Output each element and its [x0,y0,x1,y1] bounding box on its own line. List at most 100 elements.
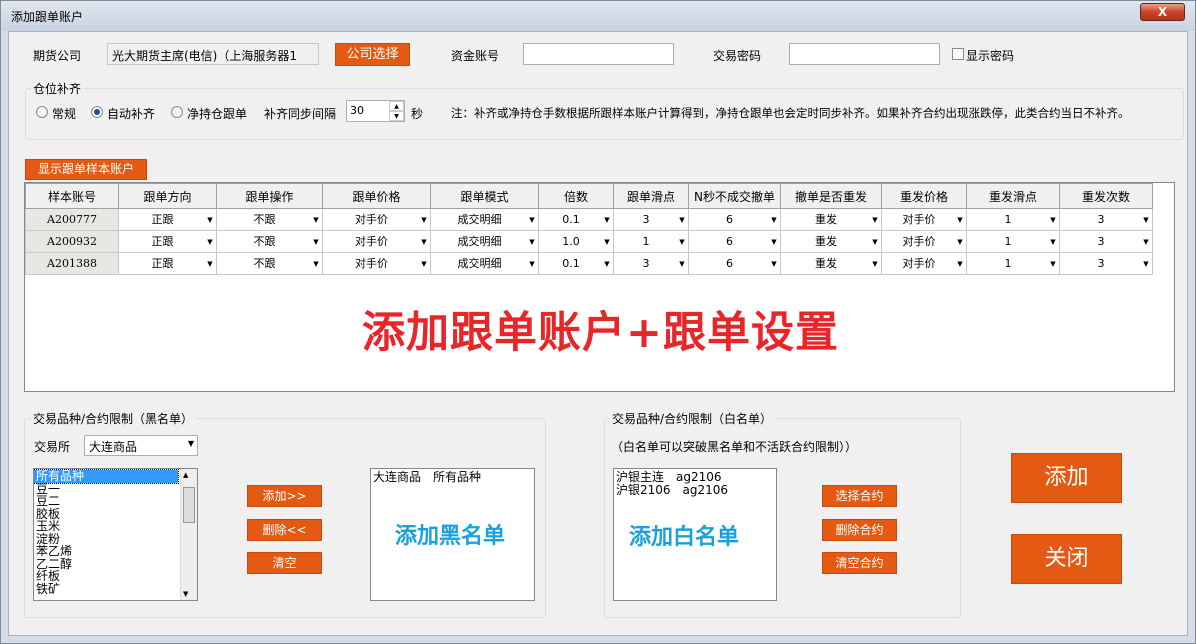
table-cell[interactable]: 成交明细 ▼ [430,230,539,253]
cell-combobox[interactable]: 对手价 ▼ [323,210,430,230]
table-cell[interactable]: 正跟 ▼ [118,252,217,275]
account-input[interactable] [523,43,674,65]
table-cell[interactable]: 1 ▼ [613,230,689,253]
cell-combobox[interactable]: 不跟 ▼ [217,254,322,274]
close-window-button[interactable]: X [1140,3,1185,21]
cell-combobox[interactable]: 重发 ▼ [781,232,881,252]
column-header[interactable]: 跟单价格 [322,183,431,209]
cell-combobox[interactable]: 对手价 ▼ [882,254,966,274]
spin-down-icon[interactable]: ▼ [389,111,404,121]
cell-combobox[interactable]: 成交明细 ▼ [431,232,538,252]
whitelist-listbox[interactable]: 沪银主连 ag2106 沪银2106 ag2106 添加白名单 [613,468,777,601]
chevron-down-icon[interactable]: ▼ [419,256,429,272]
table-cell[interactable]: 对手价 ▼ [322,208,431,231]
table-cell[interactable]: 成交明细 ▼ [430,252,539,275]
chevron-down-icon[interactable]: ▼ [527,256,537,272]
cell-combobox[interactable]: 0.1 ▼ [539,210,613,230]
exchange-select[interactable]: 大连商品 ▼ [84,435,198,456]
chevron-down-icon[interactable]: ▼ [1141,234,1151,250]
table-cell[interactable]: 对手价 ▼ [322,252,431,275]
cell-combobox[interactable]: 正跟 ▼ [119,254,216,274]
chevron-down-icon[interactable]: ▼ [677,212,687,228]
chevron-down-icon[interactable]: ▼ [527,234,537,250]
chevron-down-icon[interactable]: ▼ [602,212,612,228]
table-cell[interactable]: 3 ▼ [1059,252,1153,275]
table-row[interactable]: A200932 正跟 ▼ 不跟 ▼ 对手价 ▼ 成交明细 ▼ 1.0 ▼ 1 ▼ 6 ▼ 重发 ▼ 对手价 ▼ 1 ▼ 3… [25,230,1153,253]
chevron-down-icon[interactable]: ▼ [677,234,687,250]
chevron-down-icon[interactable]: ▼ [311,234,321,250]
cell-combobox[interactable]: 0.1 ▼ [539,254,613,274]
cell-combobox[interactable]: 成交明细 ▼ [431,254,538,274]
table-cell[interactable]: 对手价 ▼ [881,208,967,231]
table-cell[interactable]: 不跟 ▼ [216,208,323,231]
table-cell[interactable]: 1.0 ▼ [538,230,614,253]
table-cell[interactable]: 1 ▼ [966,208,1060,231]
scroll-up-icon[interactable]: ▲ [183,471,188,479]
chevron-down-icon[interactable]: ▼ [769,256,779,272]
chevron-down-icon[interactable]: ▼ [1141,256,1151,272]
table-cell[interactable]: 正跟 ▼ [118,230,217,253]
chevron-down-icon[interactable]: ▼ [769,234,779,250]
column-header[interactable]: 样本账号 [25,183,119,209]
scroll-thumb[interactable] [183,487,195,523]
list-item[interactable]: 纤板 [34,570,178,583]
chevron-down-icon[interactable]: ▼ [602,256,612,272]
chevron-down-icon[interactable]: ▼ [205,234,215,250]
radio-auto[interactable] [91,106,103,118]
chevron-down-icon[interactable]: ▼ [1048,234,1058,250]
show-sample-accounts-button[interactable]: 显示跟单样本账户 [25,159,147,180]
cell-combobox[interactable]: 重发 ▼ [781,210,881,230]
clear-contract-button[interactable]: 清空合约 [822,552,897,574]
chevron-down-icon[interactable]: ▼ [769,212,779,228]
table-cell[interactable]: 3 ▼ [1059,230,1153,253]
cell-combobox[interactable]: 6 ▼ [689,232,780,252]
table-cell[interactable]: 重发 ▼ [780,230,882,253]
blacklist-clear-button[interactable]: 清空 [247,552,322,574]
cell-combobox[interactable]: 3 ▼ [1060,210,1152,230]
table-cell[interactable]: 正跟 ▼ [118,208,217,231]
close-button[interactable]: 关闭 [1011,534,1122,584]
blacklist-add-button[interactable]: 添加>> [247,485,322,507]
chevron-down-icon[interactable]: ▼ [870,234,880,250]
table-cell[interactable]: 不跟 ▼ [216,230,323,253]
list-item[interactable]: 沪银主连 ag2106 [614,471,776,484]
chevron-down-icon[interactable]: ▼ [602,234,612,250]
cell-combobox[interactable]: 对手价 ▼ [323,232,430,252]
table-cell[interactable]: 0.1 ▼ [538,208,614,231]
table-cell[interactable]: 3 ▼ [1059,208,1153,231]
table-cell[interactable]: 6 ▼ [688,230,781,253]
cell-combobox[interactable]: 重发 ▼ [781,254,881,274]
list-item[interactable]: 苯乙烯 [34,545,178,558]
delete-contract-button[interactable]: 删除合约 [822,519,897,541]
table-cell[interactable]: 0.1 ▼ [538,252,614,275]
table-cell[interactable]: 对手价 ▼ [322,230,431,253]
chevron-down-icon[interactable]: ▼ [955,212,965,228]
table-cell[interactable]: 重发 ▼ [780,208,882,231]
radio-net[interactable] [171,106,183,118]
cell-combobox[interactable]: 对手价 ▼ [882,210,966,230]
cell-combobox[interactable]: 不跟 ▼ [217,232,322,252]
cell-combobox[interactable]: 1 ▼ [967,232,1059,252]
password-input[interactable] [789,43,940,65]
column-header[interactable]: N秒不成交撤单 [688,183,781,209]
company-select-button[interactable]: 公司选择 [335,43,410,66]
column-header[interactable]: 倍数 [538,183,614,209]
table-cell[interactable]: 成交明细 ▼ [430,208,539,231]
cell-combobox[interactable]: 3 ▼ [614,254,688,274]
table-cell[interactable]: 6 ▼ [688,252,781,275]
table-cell[interactable]: 1 ▼ [966,230,1060,253]
chevron-down-icon[interactable]: ▼ [955,256,965,272]
column-header[interactable]: 跟单模式 [430,183,539,209]
table-cell[interactable]: 3 ▼ [613,252,689,275]
cell-combobox[interactable]: 正跟 ▼ [119,232,216,252]
cell-combobox[interactable]: 6 ▼ [689,254,780,274]
scroll-down-icon[interactable]: ▼ [183,590,188,598]
variety-list-scrollbar[interactable]: ▲ ▼ [180,469,197,600]
chevron-down-icon[interactable]: ▼ [419,212,429,228]
column-header[interactable]: 撤单是否重发 [780,183,882,209]
table-cell[interactable]: 6 ▼ [688,208,781,231]
column-header[interactable]: 重发价格 [881,183,967,209]
table-row[interactable]: A201388 正跟 ▼ 不跟 ▼ 对手价 ▼ 成交明细 ▼ 0.1 ▼ 3 ▼ 6 ▼ 重发 ▼ 对手价 ▼ 1 ▼ 3… [25,252,1153,275]
spin-up-icon[interactable]: ▲ [389,101,404,111]
cell-combobox[interactable]: 不跟 ▼ [217,210,322,230]
